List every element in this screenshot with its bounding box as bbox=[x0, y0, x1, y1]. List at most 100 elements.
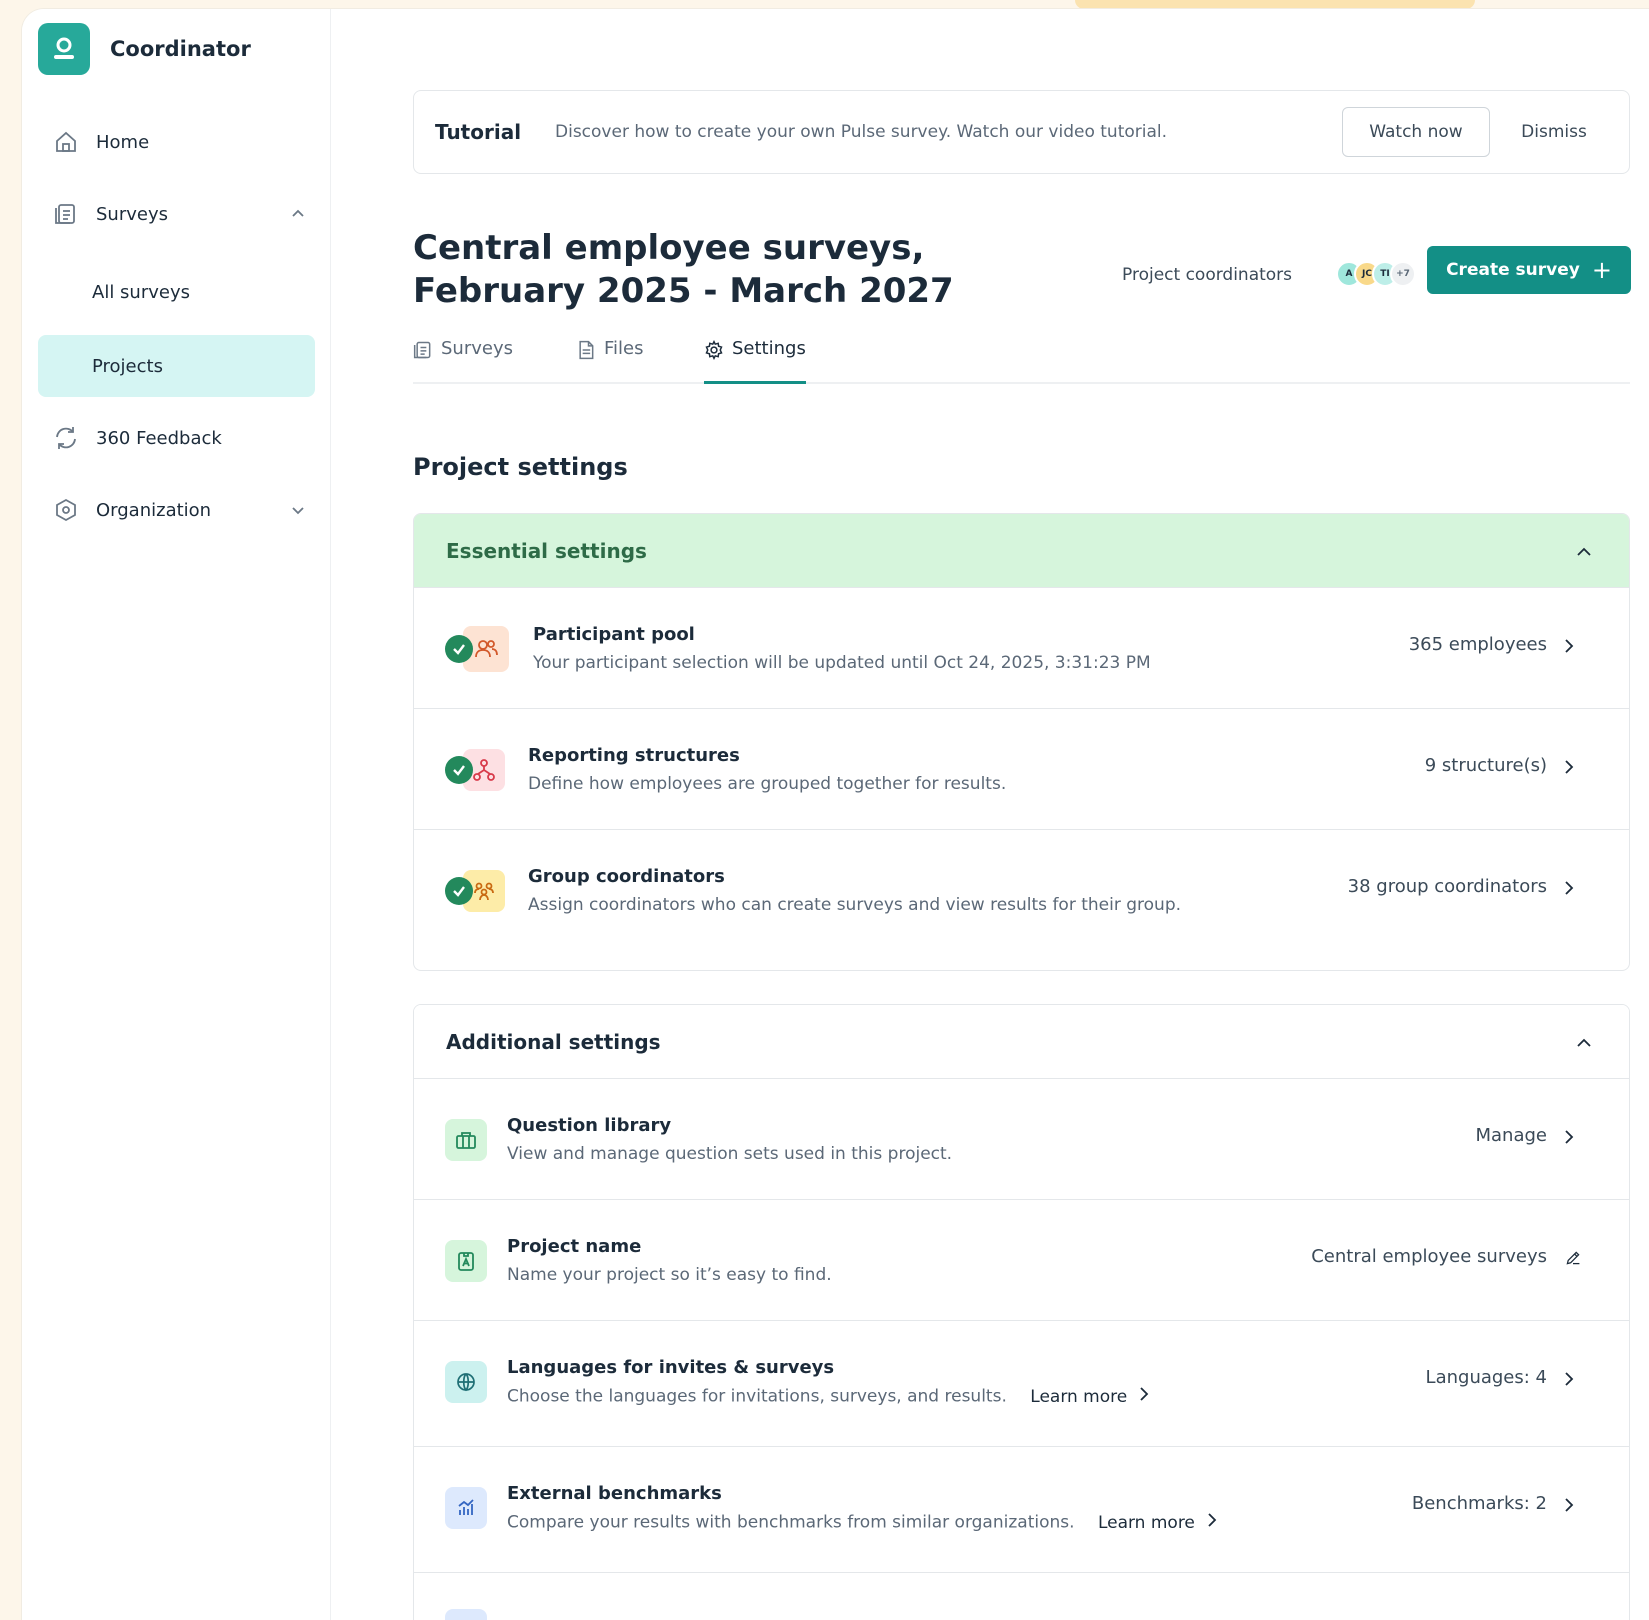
app-window: Coordinator Home Surveys All surveys Pro… bbox=[22, 9, 1649, 1620]
project-tabs: Surveys Files Settings bbox=[413, 338, 1630, 384]
organization-icon bbox=[52, 496, 80, 524]
chevron-up-icon bbox=[1575, 1033, 1593, 1057]
sidebar-item-label: Surveys bbox=[96, 203, 168, 225]
surveys-icon bbox=[52, 200, 80, 228]
tab-files[interactable]: Files bbox=[576, 338, 644, 384]
app-name: Coordinator bbox=[110, 37, 251, 61]
tutorial-text: Discover how to create your own Pulse su… bbox=[555, 122, 1168, 142]
row-icons bbox=[445, 1238, 487, 1284]
setting-row-reporting-structures[interactable]: Reporting structures Define how employee… bbox=[414, 709, 1629, 830]
setting-row-group-coordinators[interactable]: Group coordinators Assign coordinators w… bbox=[414, 830, 1629, 970]
setting-description: Choose the languages for invitations, su… bbox=[507, 1386, 1007, 1407]
setting-row-partial[interactable] bbox=[414, 1573, 1629, 1620]
row-icons bbox=[445, 747, 505, 793]
gear-icon bbox=[704, 339, 724, 365]
pencil-icon[interactable] bbox=[1565, 1247, 1581, 1269]
chevron-right-icon bbox=[1561, 756, 1577, 778]
library-icon bbox=[445, 1119, 487, 1161]
setting-row-project-name[interactable]: Project name Name your project so it’s e… bbox=[414, 1200, 1629, 1321]
file-icon bbox=[576, 340, 596, 365]
learn-more-label: Learn more bbox=[1030, 1386, 1128, 1407]
chevron-right-icon bbox=[1561, 1126, 1577, 1148]
setting-value: 38 group coordinators bbox=[1347, 876, 1547, 897]
check-icon bbox=[445, 756, 473, 784]
learn-more-link[interactable]: Learn more bbox=[1098, 1513, 1217, 1533]
home-icon bbox=[52, 128, 80, 156]
card-header-label: Essential settings bbox=[446, 538, 647, 563]
setting-value: 9 structure(s) bbox=[1424, 755, 1547, 776]
chevron-right-icon bbox=[1561, 877, 1577, 899]
setting-value: Benchmarks: 2 bbox=[1411, 1493, 1547, 1514]
setting-title: Question library bbox=[507, 1115, 672, 1136]
setting-description: Compare your results with benchmarks fro… bbox=[507, 1512, 1075, 1533]
dismiss-button[interactable]: Dismiss bbox=[1512, 107, 1596, 157]
tab-label: Settings bbox=[732, 338, 806, 359]
chevron-right-icon bbox=[1561, 635, 1577, 657]
check-icon bbox=[445, 635, 473, 663]
setting-value: Manage bbox=[1475, 1125, 1548, 1146]
sidebar: Coordinator Home Surveys All surveys Pro… bbox=[22, 9, 331, 1620]
essential-settings-header[interactable]: Essential settings bbox=[414, 514, 1629, 588]
setting-title: Reporting structures bbox=[528, 745, 740, 766]
setting-description: Your participant selection will be updat… bbox=[533, 653, 1151, 673]
setting-description: View and manage question sets used in th… bbox=[507, 1144, 953, 1164]
setting-value: 365 employees bbox=[1408, 634, 1547, 655]
sidebar-item-360-feedback[interactable]: 360 Feedback bbox=[38, 407, 315, 469]
sidebar-item-organization[interactable]: Organization bbox=[38, 479, 315, 541]
page-title: Central employee surveys, February 2025 … bbox=[413, 228, 954, 311]
tab-surveys[interactable]: Surveys bbox=[413, 338, 513, 384]
row-icons bbox=[445, 1607, 487, 1620]
brand[interactable]: Coordinator bbox=[38, 23, 251, 75]
essential-settings-card: Essential settings Participant pool Your… bbox=[413, 513, 1630, 971]
chevron-up-icon bbox=[1575, 542, 1593, 566]
chevron-right-icon bbox=[1207, 1512, 1217, 1533]
coordinator-logo-icon bbox=[38, 23, 90, 75]
setting-value: Languages: 4 bbox=[1425, 1367, 1547, 1388]
plus-icon: + bbox=[1591, 256, 1612, 284]
sidebar-item-all-surveys[interactable]: All surveys bbox=[38, 261, 315, 323]
avatar-overflow-count: +7 bbox=[1390, 261, 1416, 287]
top-accent-bar bbox=[1075, 0, 1475, 9]
sidebar-item-label: Projects bbox=[92, 355, 163, 377]
learn-more-link[interactable]: Learn more bbox=[1030, 1387, 1149, 1407]
additional-settings-header[interactable]: Additional settings bbox=[414, 1005, 1629, 1079]
refresh-icon bbox=[52, 424, 80, 452]
tab-label: Surveys bbox=[441, 338, 513, 359]
sidebar-item-label: Home bbox=[96, 131, 150, 153]
setting-row-participant-pool[interactable]: Participant pool Your participant select… bbox=[414, 588, 1629, 709]
chevron-up-icon bbox=[291, 205, 305, 226]
setting-title: Project name bbox=[507, 1236, 642, 1257]
sidebar-item-surveys[interactable]: Surveys bbox=[38, 183, 315, 245]
tutorial-banner: Tutorial Discover how to create your own… bbox=[413, 90, 1630, 174]
setting-title: External benchmarks bbox=[507, 1483, 722, 1504]
chevron-right-icon bbox=[1561, 1368, 1577, 1390]
setting-row-languages[interactable]: Languages for invites & surveys Choose t… bbox=[414, 1321, 1629, 1447]
surveys-icon bbox=[413, 340, 433, 365]
setting-description: Name your project so it’s easy to find. bbox=[507, 1265, 832, 1285]
row-icons bbox=[445, 626, 509, 672]
row-icons bbox=[445, 868, 505, 914]
setting-description: Assign coordinators who can create surve… bbox=[528, 895, 1182, 915]
chevron-down-icon bbox=[291, 501, 305, 522]
setting-row-external-benchmarks[interactable]: External benchmarks Compare your results… bbox=[414, 1447, 1629, 1573]
setting-title: Group coordinators bbox=[528, 866, 725, 887]
create-survey-button[interactable]: Create survey + bbox=[1427, 246, 1631, 294]
tab-settings[interactable]: Settings bbox=[704, 338, 806, 384]
setting-row-question-library[interactable]: Question library View and manage questio… bbox=[414, 1079, 1629, 1200]
tab-label: Files bbox=[604, 338, 644, 359]
setting-description: Define how employees are grouped togethe… bbox=[528, 774, 1007, 794]
row-icons bbox=[445, 1485, 487, 1531]
people-icon bbox=[445, 1609, 487, 1620]
setting-title: Languages for invites & surveys bbox=[507, 1357, 835, 1378]
create-survey-label: Create survey bbox=[1446, 260, 1580, 280]
chevron-right-icon bbox=[1139, 1386, 1149, 1407]
watch-now-button[interactable]: Watch now bbox=[1342, 107, 1490, 157]
sidebar-item-home[interactable]: Home bbox=[38, 111, 315, 173]
chevron-right-icon bbox=[1561, 1494, 1577, 1516]
name-tag-icon bbox=[445, 1240, 487, 1282]
sidebar-item-projects[interactable]: Projects bbox=[38, 335, 315, 397]
project-settings-title: Project settings bbox=[413, 453, 628, 481]
setting-value: Central employee surveys bbox=[1311, 1246, 1547, 1267]
coordinator-avatars[interactable]: A JC TI +7 bbox=[1336, 261, 1416, 287]
learn-more-label: Learn more bbox=[1097, 1512, 1195, 1533]
